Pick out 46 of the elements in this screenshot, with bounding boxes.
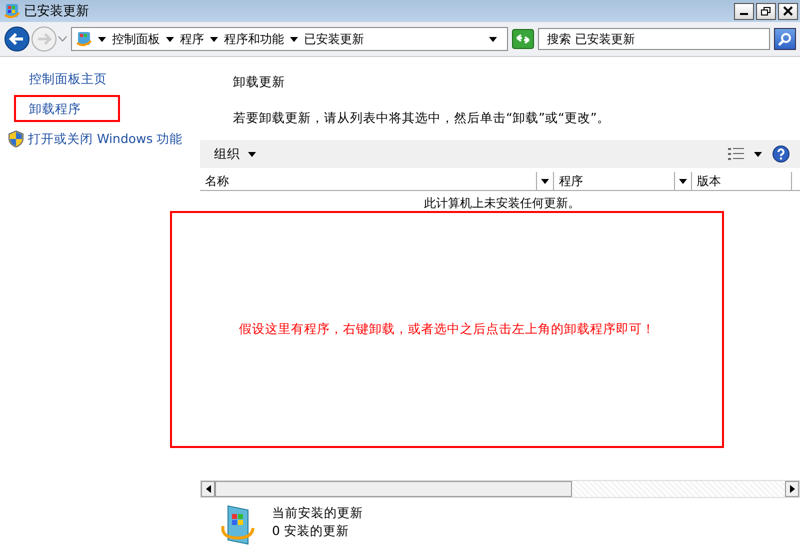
caret-icon[interactable] [541, 178, 549, 184]
annotation-text: 假设这里有程序，右键卸载，或者选中之后点击左上角的卸载程序即可！ [239, 321, 655, 338]
caret-icon[interactable] [290, 36, 298, 42]
address-field[interactable]: 控制面板 程序 程序和功能 已安装更新 [71, 27, 508, 51]
page-heading: 卸载更新 [232, 73, 286, 91]
control-panel-icon [4, 3, 20, 19]
column-header[interactable]: 名称 [200, 172, 537, 190]
column-header[interactable]: 程序 [554, 172, 675, 190]
scroll-left-icon[interactable] [201, 481, 215, 497]
caret-icon[interactable] [166, 36, 174, 42]
sidebar-link[interactable]: 打开或关闭 Windows 功能 [0, 129, 189, 149]
organize-button[interactable]: 组织 [214, 146, 256, 162]
sidebar-link[interactable]: 卸载程序 [0, 99, 87, 119]
control-panel-icon [76, 31, 92, 47]
shield-icon [8, 130, 24, 148]
restore-icon [761, 6, 771, 16]
breadcrumb[interactable]: 程序 [180, 30, 204, 48]
breadcrumb[interactable]: 已安装更新 [304, 30, 364, 48]
description-text: 若要卸载更新，请从列表中将其选中，然后单击“卸载”或“更改”。 [232, 109, 611, 127]
caret-icon[interactable] [489, 36, 497, 42]
breadcrumb[interactable]: 控制面板 [112, 30, 160, 48]
caret-icon[interactable] [679, 178, 687, 184]
refresh-icon[interactable] [512, 29, 534, 49]
back-icon[interactable] [4, 26, 30, 52]
caret-icon[interactable] [210, 36, 218, 42]
breadcrumb[interactable]: 程序和功能 [224, 30, 284, 48]
scroll-right-icon[interactable] [785, 481, 799, 497]
window-title: 已安装更新 [24, 3, 89, 20]
horizontal-scrollbar[interactable] [200, 480, 800, 498]
close-icon [783, 6, 793, 16]
empty-message: 此计算机上未安装任何更新。 [424, 195, 580, 212]
help-icon[interactable] [772, 145, 790, 163]
close-button[interactable] [778, 2, 798, 20]
search-button[interactable] [774, 28, 796, 50]
search-field[interactable]: 搜索 已安装更新 [538, 28, 770, 50]
details-title: 当前安装的更新 [272, 504, 363, 522]
history-dropdown-icon[interactable] [58, 36, 67, 42]
caret-icon[interactable] [98, 36, 106, 42]
minimize-button[interactable] [734, 2, 754, 20]
sidebar-link[interactable]: 控制面板主页 [0, 69, 113, 89]
update-count: 0 安装的更新 [272, 522, 350, 540]
restore-button[interactable] [756, 2, 776, 20]
caret-icon[interactable] [754, 152, 762, 156]
column-header[interactable]: 版本 [692, 172, 792, 190]
view-icon[interactable] [728, 148, 744, 160]
search-icon [778, 32, 792, 46]
